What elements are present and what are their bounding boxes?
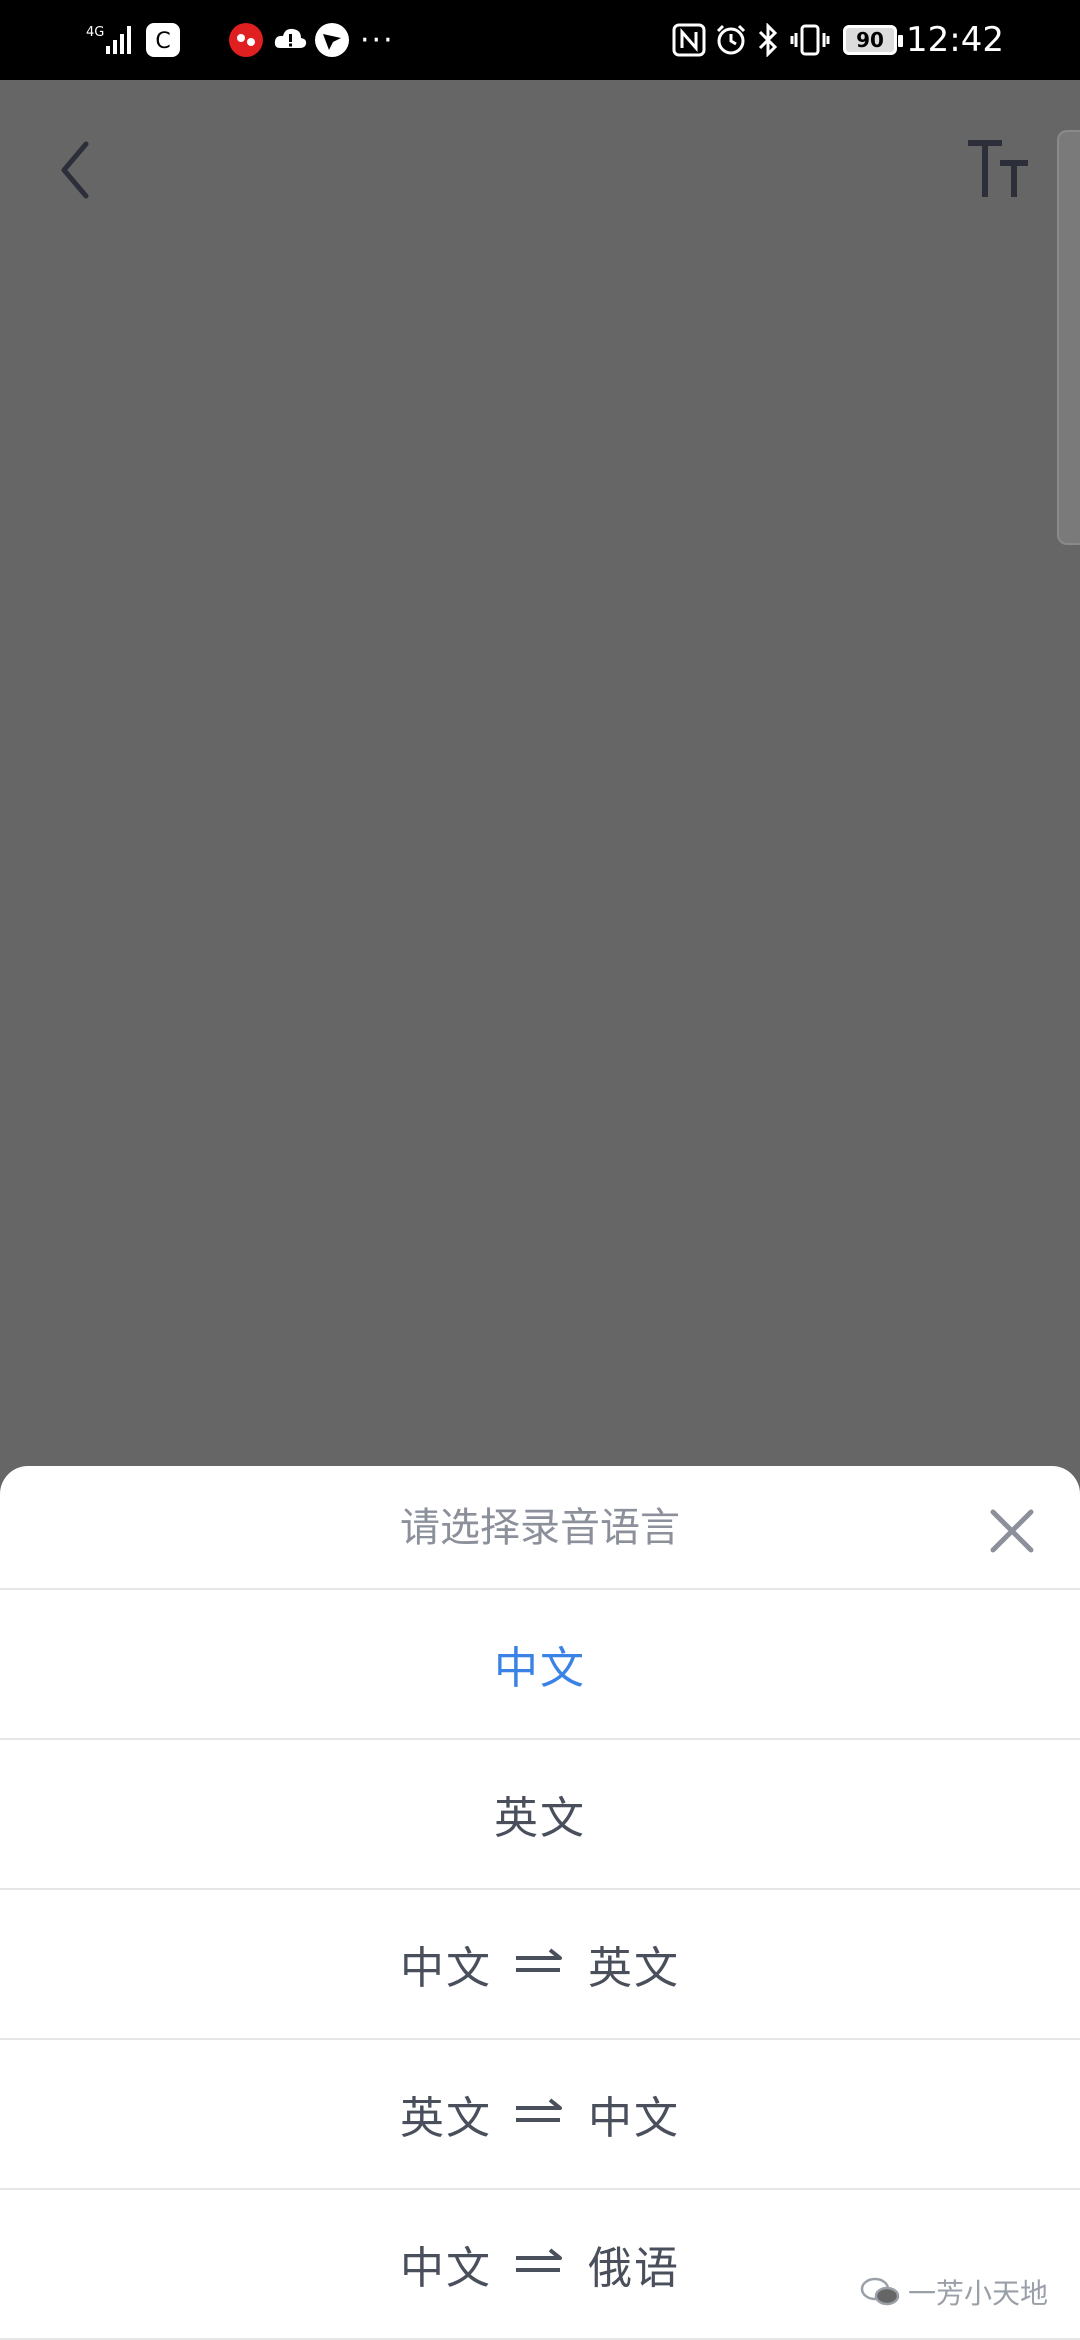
translate-arrow-icon (514, 1947, 566, 1981)
back-button[interactable] (50, 130, 110, 210)
cloud-alert-icon (272, 0, 308, 80)
text-size-icon (968, 140, 1028, 197)
language-to-label: 俄语 (588, 2243, 680, 2294)
network-label: 4G (86, 25, 104, 40)
language-option[interactable]: 中文 英文 (0, 1890, 1080, 2040)
notification-red-icon (228, 0, 264, 80)
signal-icon: 4G (86, 0, 138, 80)
language-from-label: 中文 (494, 1643, 586, 1694)
nfc-icon (672, 0, 706, 80)
language-option[interactable]: 英文 中文 (0, 2040, 1080, 2190)
sheet-header: 请选择录音语言 (0, 1466, 1080, 1590)
language-to-label: 英文 (588, 1943, 680, 1994)
svg-text:C: C (155, 29, 170, 54)
translate-arrow-icon (514, 2247, 566, 2281)
language-option[interactable]: 中文 (0, 1590, 1080, 1740)
sheet-title: 请选择录音语言 (400, 1505, 680, 1551)
status-bar: 4G C ··· 90 12:42 (0, 0, 1080, 80)
language-option[interactable]: 英文 (0, 1740, 1080, 1890)
screen: 4G C ··· 90 12:42 请选择录音语言 中文 英文 中文 英文 英文… (0, 0, 1080, 2340)
watermark: 一芳小天地 (860, 2272, 1048, 2312)
more-dots-icon: ··· (360, 22, 395, 58)
translate-arrow-icon (514, 2097, 566, 2131)
language-from-label: 中文 (400, 2243, 492, 2294)
language-picker-sheet: 请选择录音语言 中文 英文 中文 英文 英文 中文 中文 俄语 (0, 1466, 1080, 2340)
close-button[interactable] (985, 1504, 1039, 1558)
scrollbar[interactable] (1057, 130, 1080, 545)
bird-icon (314, 0, 350, 80)
language-option[interactable]: 中文 俄语 (0, 2190, 1080, 2340)
clock: 12:42 (906, 20, 1004, 60)
language-from-label: 中文 (400, 1943, 492, 1994)
language-to-label: 中文 (588, 2093, 680, 2144)
language-from-label: 英文 (400, 2093, 492, 2144)
vibrate-icon (790, 0, 830, 80)
alarm-icon (714, 0, 748, 80)
close-icon (990, 1509, 1034, 1553)
battery-level: 90 (856, 28, 884, 52)
watermark-text: 一芳小天地 (908, 2277, 1049, 2310)
battery-icon: 90 (843, 25, 903, 55)
font-size-button[interactable] (962, 135, 1042, 205)
chevron-left-icon (61, 141, 89, 199)
app-c-icon: C (145, 0, 181, 80)
language-from-label: 英文 (494, 1793, 586, 1844)
bluetooth-icon (756, 0, 780, 80)
wechat-icon (860, 2277, 900, 2306)
language-options-list: 中文 英文 中文 英文 英文 中文 中文 俄语 (0, 1590, 1080, 2340)
